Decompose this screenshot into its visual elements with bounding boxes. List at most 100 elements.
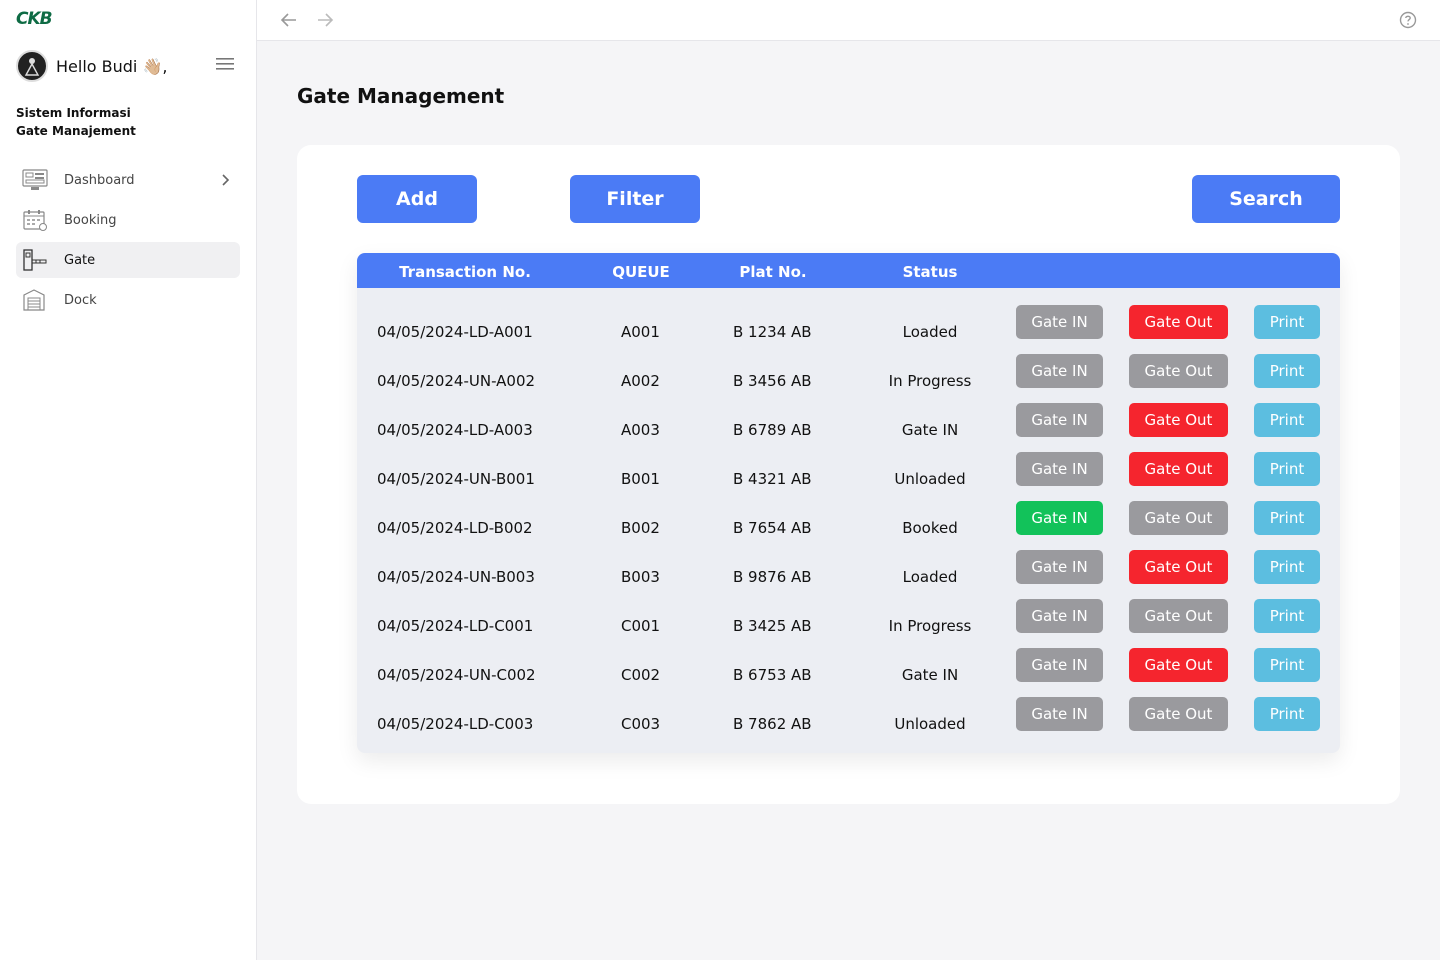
sidebar-item-gate[interactable]: Gate [16,242,240,278]
table-row: 04/05/2024-UN-B003 B003 B 9876 AB Loaded Gat… [357,550,1340,599]
print-button[interactable]: Print [1254,354,1320,388]
column-header-transaction: Transaction No. [399,263,531,281]
filter-button[interactable]: Filter [570,175,700,223]
cell-status: Gate IN [901,666,959,684]
user-profile: Hello Budi 👋🏼, [16,50,240,82]
cell-status: Gate IN [901,421,959,439]
table-row: 04/05/2024-UN-A002 A002 B 3456 AB In Progre… [357,354,1340,403]
gate-in-button[interactable]: Gate IN [1016,501,1103,535]
cell-queue: A001 [621,323,660,341]
page-title: Gate Management [297,84,505,108]
cell-queue: A002 [621,372,660,390]
print-button[interactable]: Print [1254,403,1320,437]
gate-in-button[interactable]: Gate IN [1016,648,1103,682]
dashboard-icon [22,169,48,190]
avatar[interactable] [16,50,48,82]
brand-logo-text: CKB [16,9,53,29]
gate-in-button[interactable]: Gate IN [1016,697,1103,731]
print-button[interactable]: Print [1254,648,1320,682]
user-greeting: Hello Budi 👋🏼, [56,56,168,76]
gate-out-button[interactable]: Gate Out [1129,697,1228,731]
cell-status: In Progress [888,372,972,390]
gate-in-button[interactable]: Gate IN [1016,354,1103,388]
cell-transaction: 04/05/2024-LD-C003 [377,715,534,733]
cell-transaction: 04/05/2024-UN-C002 [377,666,536,684]
cell-queue: A003 [621,421,660,439]
gate-out-button[interactable]: Gate Out [1129,550,1228,584]
gate-in-button[interactable]: Gate IN [1016,403,1103,437]
search-button[interactable]: Search [1192,175,1340,223]
sidebar-item-dashboard[interactable]: Dashboard [16,162,240,198]
gate-in-button[interactable]: Gate IN [1016,452,1103,486]
cell-queue: B001 [621,470,660,488]
gate-out-button[interactable]: Gate Out [1129,305,1228,339]
gate-out-button[interactable]: Gate Out [1129,599,1228,633]
cell-queue: B002 [621,519,660,537]
table-row: 04/05/2024-LD-C003 C003 B 7862 AB Unloaded G… [357,697,1340,746]
brand-logo[interactable]: CKB [16,10,68,32]
gate-table: Transaction No. QUEUE Plat No. Status 04… [357,253,1340,753]
cell-status: Unloaded [894,470,966,488]
cell-plate: B 9876 AB [733,568,812,586]
avatar-figure-icon [24,58,40,76]
gate-management-card: Add Filter Search Transaction No. QUEUE … [297,145,1400,804]
cell-transaction: 04/05/2024-LD-A001 [377,323,533,341]
cell-queue: C001 [621,617,661,635]
sidebar-item-label: Dock [64,292,97,308]
table-row: 04/05/2024-LD-A001 A001 B 1234 AB Loaded Gat… [357,305,1340,354]
sidebar-item-label: Dashboard [64,172,135,188]
gate-out-button[interactable]: Gate Out [1129,648,1228,682]
add-button[interactable]: Add [357,175,477,223]
gate-out-button[interactable]: Gate Out [1129,403,1228,437]
cell-status: In Progress [888,617,972,635]
sidebar-item-booking[interactable]: Booking [16,202,240,238]
cell-status: Booked [902,519,958,537]
cell-plate: B 4321 AB [733,470,812,488]
column-header-queue: QUEUE [612,263,670,281]
chevron-right-icon [222,174,230,186]
cell-plate: B 7654 AB [733,519,812,537]
top-bar [257,0,1440,41]
hamburger-menu-icon[interactable] [216,57,234,71]
cell-status: Loaded [902,568,958,586]
table-row: 04/05/2024-LD-B002 B002 B 7654 AB Booked Gat… [357,501,1340,550]
cell-queue: B003 [621,568,660,586]
cell-plate: B 7862 AB [733,715,812,733]
booking-icon [23,210,47,231]
sidebar-item-label: Gate [64,252,96,268]
arrow-left-icon[interactable] [280,11,298,29]
print-button[interactable]: Print [1254,501,1320,535]
sidebar-item-label: Booking [64,212,117,228]
app-name-line2: Gate Manajement [16,124,136,138]
table-row: 04/05/2024-UN-B001 B001 B 4321 AB Unloaded G… [357,452,1340,501]
table-row: 04/05/2024-LD-A003 A003 B 6789 AB Gate IN Ga… [357,403,1340,452]
dock-icon [23,289,45,311]
cell-transaction: 04/05/2024-UN-B001 [377,470,535,488]
print-button[interactable]: Print [1254,599,1320,633]
gate-out-button[interactable]: Gate Out [1129,354,1228,388]
cell-plate: B 3425 AB [733,617,812,635]
sidebar-item-dock[interactable]: Dock [16,282,240,318]
print-button[interactable]: Print [1254,452,1320,486]
cell-status: Unloaded [894,715,966,733]
print-button[interactable]: Print [1254,305,1320,339]
print-button[interactable]: Print [1254,550,1320,584]
cell-transaction: 04/05/2024-LD-C001 [377,617,534,635]
gate-in-button[interactable]: Gate IN [1016,599,1103,633]
cell-plate: B 1234 AB [733,323,812,341]
gate-in-button[interactable]: Gate IN [1016,550,1103,584]
sidebar: CKB Hello Budi 👋🏼, Sistem Informasi Gate… [0,0,257,960]
gate-out-button[interactable]: Gate Out [1129,501,1228,535]
print-button[interactable]: Print [1254,697,1320,731]
cell-transaction: 04/05/2024-LD-B002 [377,519,533,537]
cell-plate: B 3456 AB [733,372,812,390]
gate-icon [23,249,47,271]
column-header-status: Status [902,263,958,281]
gate-in-button[interactable]: Gate IN [1016,305,1103,339]
cell-status: Loaded [902,323,958,341]
cell-plate: B 6753 AB [733,666,812,684]
gate-out-button[interactable]: Gate Out [1129,452,1228,486]
arrow-right-icon[interactable] [316,11,334,29]
help-circle-icon[interactable] [1399,11,1417,29]
cell-queue: C003 [621,715,661,733]
